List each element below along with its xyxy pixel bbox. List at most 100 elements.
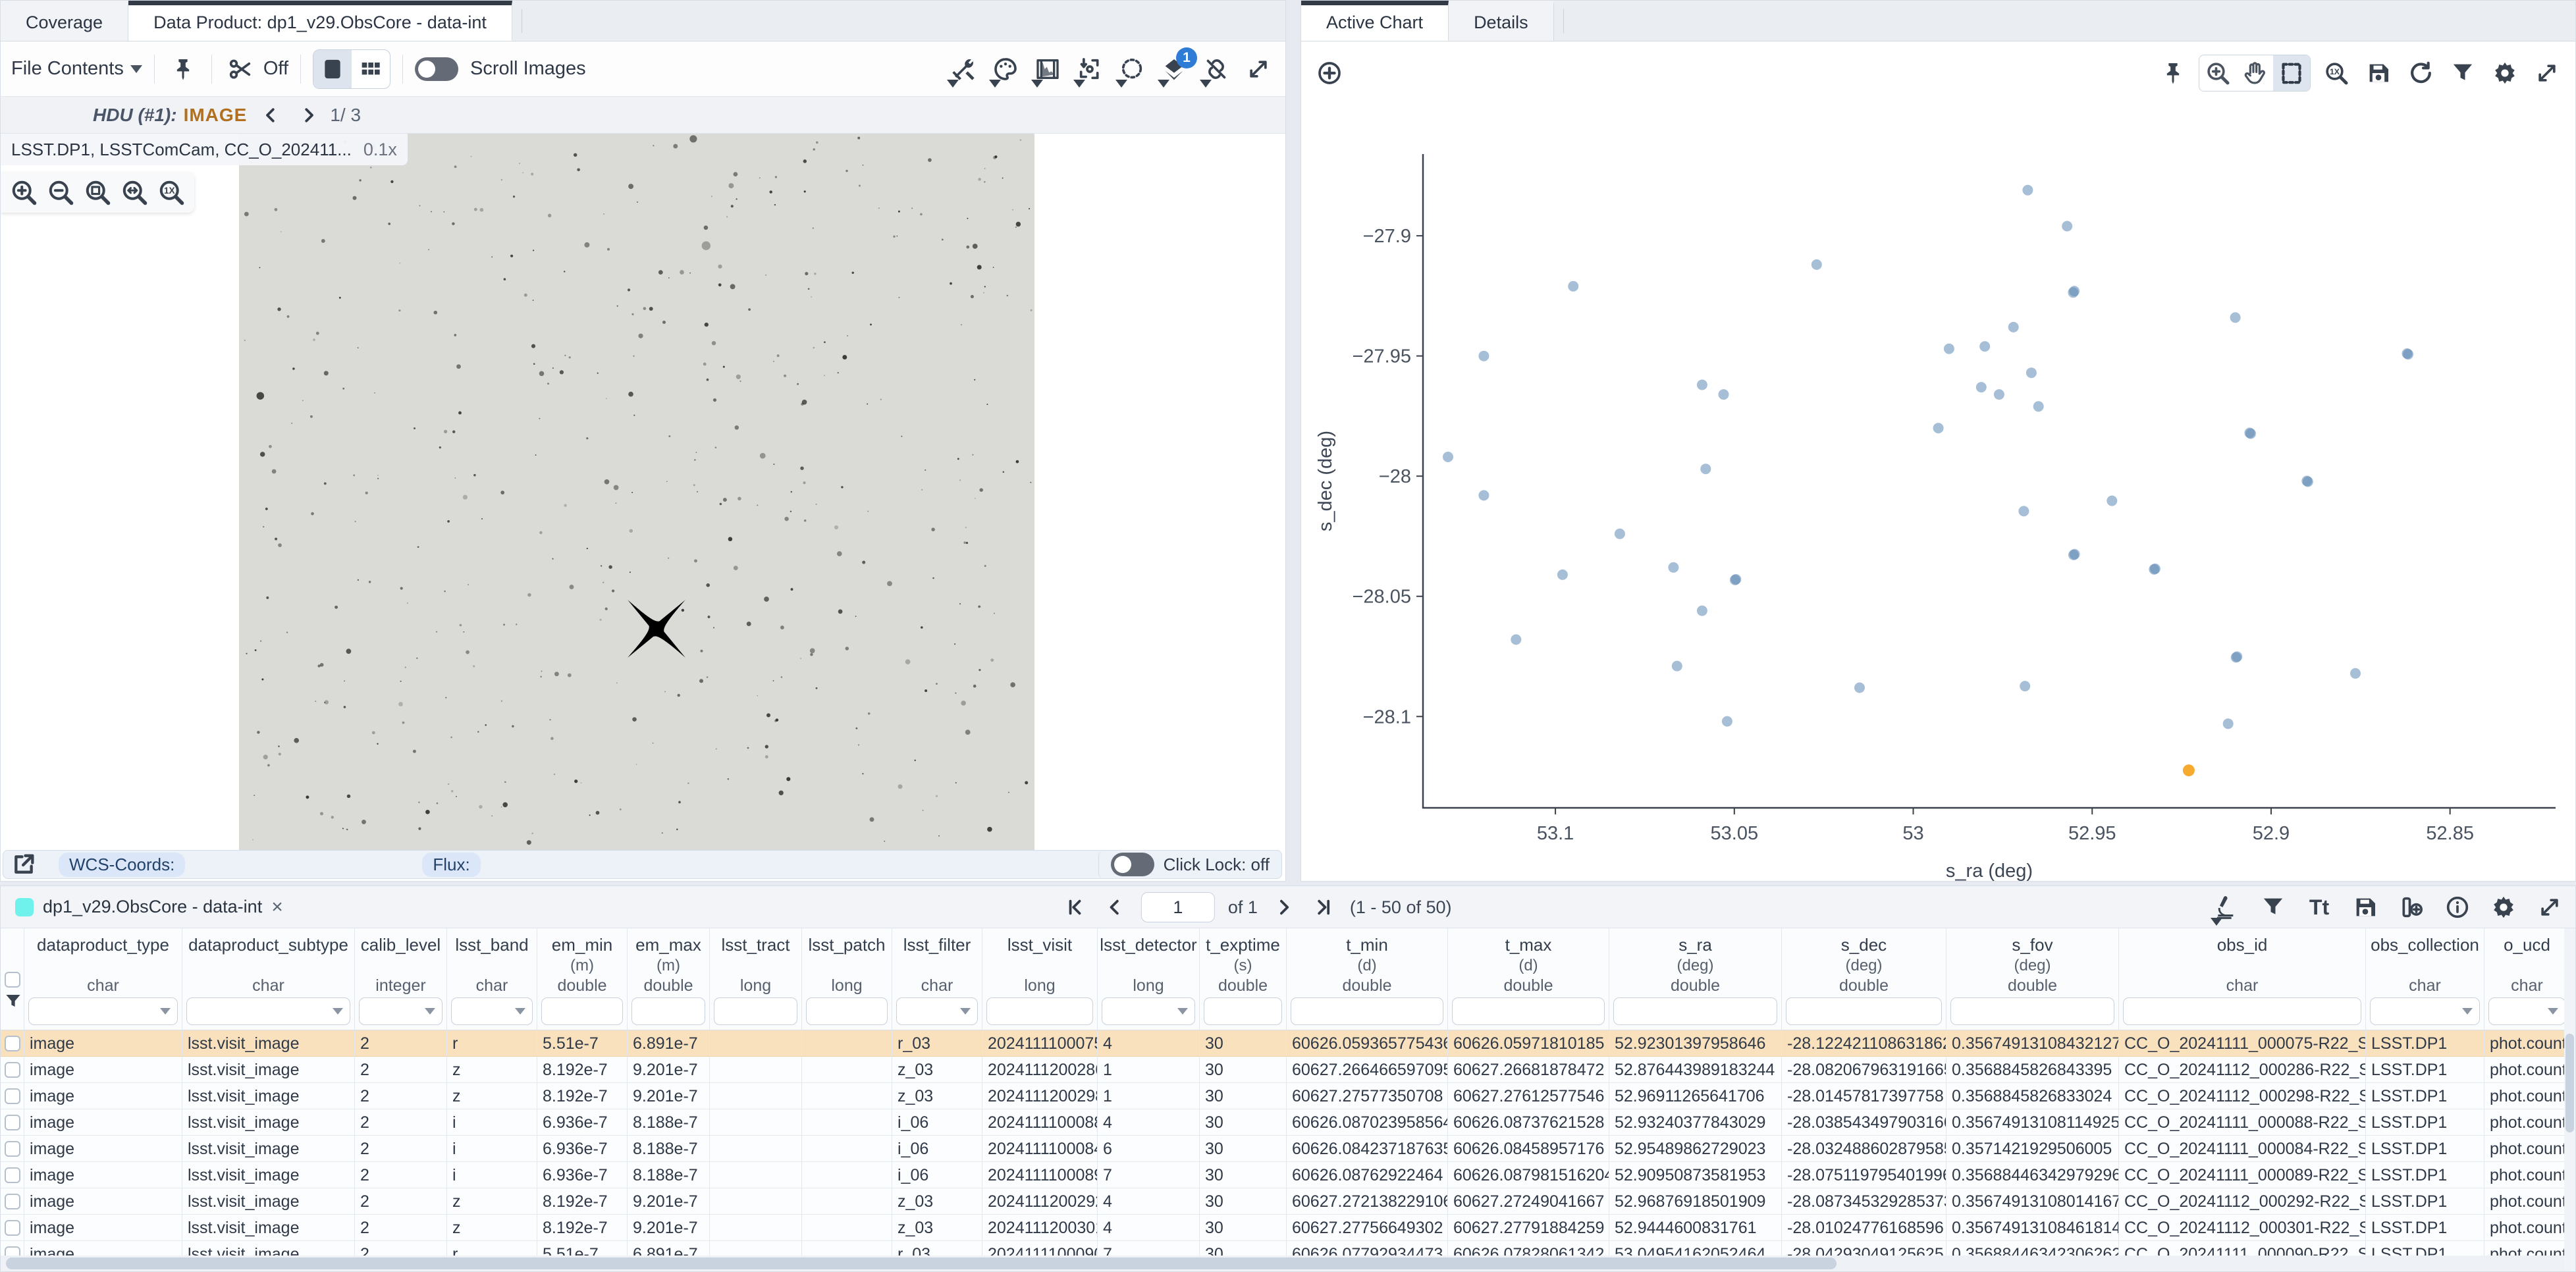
table-tab[interactable]: dp1_v29.ObsCore - data-int × bbox=[1, 896, 298, 918]
data-point[interactable] bbox=[1697, 380, 1707, 390]
add-chart-button[interactable] bbox=[1313, 57, 1346, 90]
filter-icon[interactable] bbox=[2, 992, 24, 1020]
tab-coverage[interactable]: Coverage bbox=[1, 1, 128, 41]
column-header-dataproduct_subtype[interactable]: dataproduct_subtypechar bbox=[182, 928, 355, 1030]
filter-input-lsst_band[interactable] bbox=[451, 997, 533, 1025]
data-point[interactable] bbox=[1443, 452, 1453, 462]
column-header-lsst_band[interactable]: lsst_bandchar bbox=[447, 928, 537, 1030]
filter-input-dataproduct_subtype[interactable] bbox=[186, 997, 350, 1025]
table-row[interactable]: imagelsst.visit_image2z8.192e-79.201e-7z… bbox=[1, 1215, 2564, 1241]
table-row[interactable]: imagelsst.visit_image2i6.936e-78.188e-7i… bbox=[1, 1162, 2564, 1188]
tab-data-product-dp1-v29-obscore-data-int[interactable]: Data Product: dp1_v29.ObsCore - data-int bbox=[128, 1, 512, 41]
close-icon[interactable]: × bbox=[271, 896, 283, 918]
zoom-in-icon[interactable] bbox=[7, 176, 40, 209]
save-icon[interactable] bbox=[2362, 57, 2395, 90]
data-point[interactable] bbox=[1722, 716, 1732, 727]
table-row[interactable]: imagelsst.visit_image2i6.936e-78.188e-7i… bbox=[1, 1109, 2564, 1136]
pan-hand-icon[interactable] bbox=[2236, 55, 2273, 91]
hdu-prev-button[interactable] bbox=[256, 101, 285, 130]
file-contents-dropdown[interactable]: File Contents bbox=[11, 58, 142, 80]
filter-input-obs_id[interactable] bbox=[2123, 997, 2361, 1025]
data-point[interactable] bbox=[1615, 529, 1625, 539]
recenter-icon[interactable] bbox=[1073, 53, 1106, 86]
table-row[interactable]: imagelsst.visit_image2z8.192e-79.201e-7z… bbox=[1, 1083, 2564, 1109]
column-header-t_min[interactable]: t_min(d)double bbox=[1287, 928, 1448, 1030]
table-row[interactable]: imagelsst.visit_image2z8.192e-79.201e-7z… bbox=[1, 1057, 2564, 1083]
pin-icon[interactable] bbox=[167, 53, 200, 86]
data-point[interactable] bbox=[2020, 681, 2030, 691]
expand-icon[interactable] bbox=[1242, 53, 1275, 86]
data-point[interactable] bbox=[2350, 668, 2361, 679]
data-point[interactable] bbox=[1697, 606, 1707, 616]
column-header-t_max[interactable]: t_max(d)double bbox=[1448, 928, 1609, 1030]
column-header-s_dec[interactable]: s_dec(deg)double bbox=[1782, 928, 1946, 1030]
row-checkbox[interactable] bbox=[1, 1109, 24, 1136]
data-point[interactable] bbox=[2245, 429, 2256, 439]
data-point[interactable] bbox=[2062, 221, 2072, 232]
data-point[interactable] bbox=[2068, 287, 2078, 298]
filter-input-calib_level[interactable] bbox=[359, 997, 443, 1025]
select-circle-icon[interactable] bbox=[1115, 53, 1148, 86]
expand-icon[interactable] bbox=[2531, 57, 2563, 90]
data-point[interactable] bbox=[2018, 506, 2029, 516]
data-point[interactable] bbox=[1672, 661, 1682, 672]
tab-active-chart[interactable]: Active Chart bbox=[1301, 1, 1449, 41]
data-point[interactable] bbox=[2026, 367, 2037, 378]
data-point[interactable] bbox=[1557, 570, 1568, 580]
zoom-1x-icon[interactable]: 1X bbox=[2320, 57, 2353, 90]
data-point[interactable] bbox=[1730, 575, 1740, 585]
column-header-dataproduct_type[interactable]: dataproduct_typechar bbox=[24, 928, 182, 1030]
data-point[interactable] bbox=[1976, 382, 1987, 392]
column-header-lsst_patch[interactable]: lsst_patchlong bbox=[802, 928, 892, 1030]
settings-icon[interactable] bbox=[2487, 891, 2520, 924]
palette-icon[interactable] bbox=[989, 53, 1022, 86]
filter-icon[interactable] bbox=[2446, 57, 2479, 90]
fits-image[interactable] bbox=[239, 134, 1034, 850]
first-page-button[interactable] bbox=[1062, 894, 1088, 920]
click-lock-toggle[interactable] bbox=[1111, 853, 1154, 876]
histogram-icon[interactable] bbox=[1031, 53, 1064, 86]
row-checkbox[interactable] bbox=[1, 1162, 24, 1188]
filter-input-o_ucd[interactable] bbox=[2488, 997, 2564, 1025]
column-header-lsst_detector[interactable]: lsst_detectorlong bbox=[1098, 928, 1200, 1030]
prev-page-button[interactable] bbox=[1102, 894, 1128, 920]
data-point[interactable] bbox=[2223, 718, 2234, 729]
filter-input-em_max[interactable] bbox=[631, 997, 705, 1025]
column-header-lsst_tract[interactable]: lsst_tractlong bbox=[710, 928, 802, 1030]
data-point[interactable] bbox=[1854, 683, 1865, 693]
filter-input-t_min[interactable] bbox=[1291, 997, 1443, 1025]
table-row[interactable]: imagelsst.visit_image2i6.936e-78.188e-7i… bbox=[1, 1136, 2564, 1162]
row-checkbox[interactable] bbox=[1, 1057, 24, 1083]
tab-details[interactable]: Details bbox=[1449, 1, 1554, 41]
data-point[interactable] bbox=[2068, 550, 2079, 560]
filter-input-t_max[interactable] bbox=[1452, 997, 1605, 1025]
column-header-t_exptime[interactable]: t_exptime(s)double bbox=[1200, 928, 1287, 1030]
last-page-button[interactable] bbox=[1310, 894, 1337, 920]
column-header-s_ra[interactable]: s_ra(deg)double bbox=[1609, 928, 1782, 1030]
filter-input-lsst_patch[interactable] bbox=[806, 997, 888, 1025]
next-page-button[interactable] bbox=[1271, 894, 1297, 920]
row-checkbox[interactable] bbox=[1, 1136, 24, 1162]
data-point[interactable] bbox=[2149, 564, 2159, 575]
scroll-images-toggle[interactable] bbox=[415, 57, 458, 81]
data-point[interactable] bbox=[2403, 349, 2413, 359]
external-link-icon[interactable] bbox=[7, 848, 40, 881]
column-header-calib_level[interactable]: calib_levelinteger bbox=[355, 928, 447, 1030]
data-point[interactable] bbox=[2231, 652, 2241, 663]
data-point[interactable] bbox=[2008, 322, 2019, 332]
column-header-em_max[interactable]: em_max(m)double bbox=[628, 928, 710, 1030]
filter-input-s_fov[interactable] bbox=[1950, 997, 2114, 1025]
grid-view-icon[interactable] bbox=[352, 50, 390, 88]
hdu-next-button[interactable] bbox=[294, 101, 323, 130]
panel-divider[interactable] bbox=[1286, 0, 1301, 882]
zoom-1x-icon[interactable]: 1X bbox=[155, 176, 188, 209]
data-point[interactable] bbox=[1478, 490, 1489, 500]
column-header-lsst_filter[interactable]: lsst_filterchar bbox=[892, 928, 982, 1030]
filter-icon[interactable] bbox=[2257, 891, 2290, 924]
tools-icon[interactable] bbox=[947, 53, 980, 86]
unlink-icon[interactable] bbox=[1200, 53, 1233, 86]
data-point[interactable] bbox=[1994, 389, 2004, 400]
filter-input-lsst_detector[interactable] bbox=[1102, 997, 1195, 1025]
text-view-icon[interactable]: Tt bbox=[2303, 891, 2336, 924]
column-header-lsst_visit[interactable]: lsst_visitlong bbox=[982, 928, 1098, 1030]
